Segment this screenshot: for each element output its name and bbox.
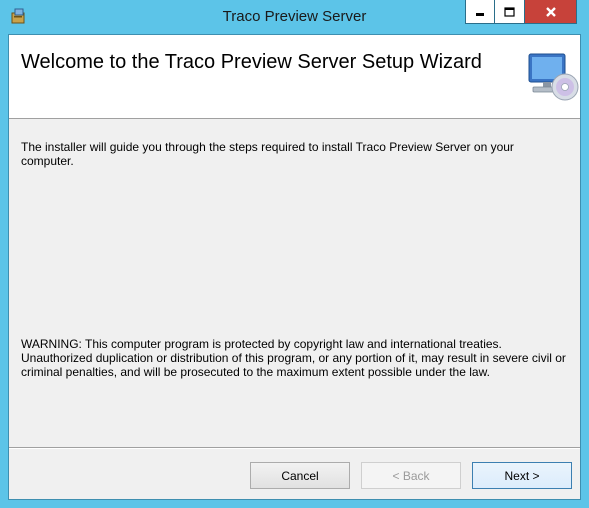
maximize-button[interactable] — [495, 0, 525, 24]
wizard-title: Welcome to the Traco Preview Server Setu… — [21, 51, 482, 73]
minimize-icon — [476, 12, 484, 16]
copyright-warning: WARNING: This computer program is protec… — [21, 337, 566, 379]
installer-window: Traco Preview Server Welcome to the Trac… — [0, 0, 589, 508]
close-icon — [545, 6, 556, 17]
next-button[interactable]: Next > — [472, 462, 572, 489]
maximize-icon — [504, 6, 515, 17]
close-button[interactable] — [525, 0, 577, 24]
minimize-button[interactable] — [465, 0, 495, 24]
button-separator-highlight — [9, 448, 580, 449]
cancel-button[interactable]: Cancel — [250, 462, 350, 489]
intro-text: The installer will guide you through the… — [21, 140, 514, 168]
computer-disc-icon — [528, 53, 579, 101]
dialog-client-area: Welcome to the Traco Preview Server Setu… — [8, 34, 581, 500]
title-bar[interactable]: Traco Preview Server — [0, 0, 589, 34]
wizard-banner: Welcome to the Traco Preview Server Setu… — [9, 35, 580, 119]
back-button[interactable]: < Back — [361, 462, 461, 489]
